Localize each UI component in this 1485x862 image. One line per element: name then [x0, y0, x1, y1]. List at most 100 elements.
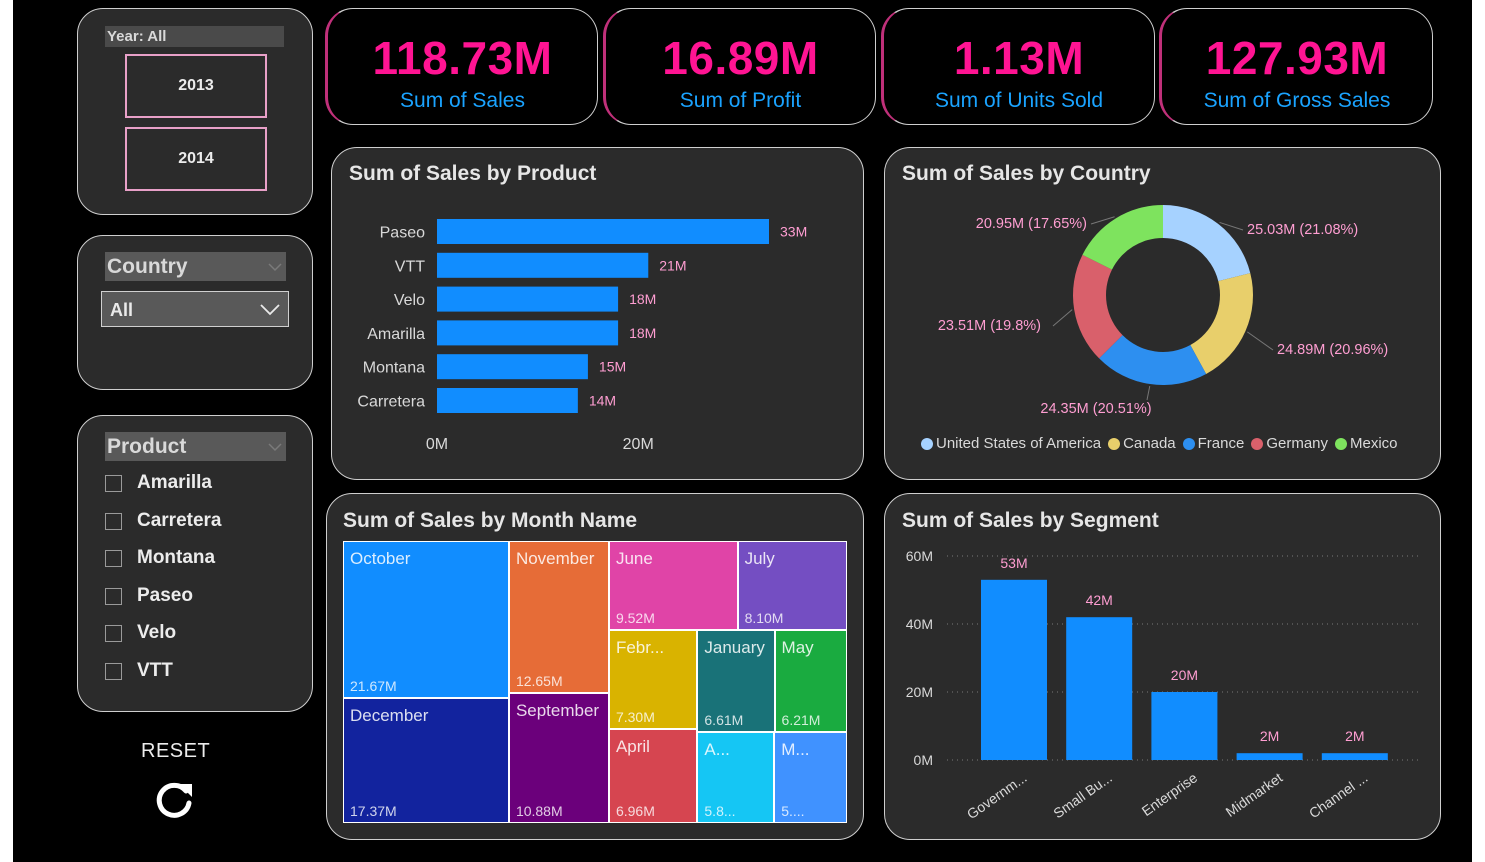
checkbox[interactable]	[105, 624, 122, 642]
checkbox[interactable]	[105, 662, 122, 680]
kpi-value: 1.13M	[953, 32, 1085, 84]
x-tick-label: 0M	[426, 436, 448, 453]
legend-item[interactable]: Canada	[1108, 435, 1176, 452]
treemap-cell[interactable]: May 6.21M	[774, 629, 847, 733]
category-label: Carretera	[357, 394, 425, 411]
x-tick-label: Midmarket	[1223, 769, 1286, 820]
refresh-icon[interactable]	[152, 779, 196, 823]
bar[interactable]	[437, 219, 769, 244]
treemap-cell[interactable]: November 12.65M	[508, 541, 609, 693]
bar[interactable]	[1236, 753, 1303, 760]
y-tick-label: 0M	[914, 752, 933, 768]
product-label: Montana	[137, 547, 216, 568]
product-option-montana[interactable]: Montana	[105, 546, 215, 570]
data-label: 21M	[659, 257, 686, 273]
legend-item[interactable]: Mexico	[1335, 435, 1398, 452]
treemap-cell[interactable]: September 10.88M	[508, 692, 609, 823]
treemap-label: M...	[781, 740, 810, 760]
legend-dot	[1108, 437, 1121, 450]
treemap-cell[interactable]: January 6.61M	[697, 629, 775, 733]
treemap-label: October	[350, 549, 411, 568]
month-treemap: October 21.67M December 17.37M November 12.65…	[343, 541, 847, 823]
treemap-value: 5.8...	[704, 802, 736, 819]
data-label: 18M	[629, 291, 656, 307]
checkbox[interactable]	[105, 587, 122, 605]
kpi-card-profit: 16.89M Sum of Profit	[603, 8, 876, 125]
donut-slice[interactable]	[1082, 205, 1163, 270]
checkbox[interactable]	[105, 549, 122, 567]
treemap-cell[interactable]: June 9.52M	[608, 541, 738, 630]
bar[interactable]	[1321, 753, 1388, 760]
treemap-label: July	[744, 549, 775, 568]
bar[interactable]	[437, 388, 578, 413]
data-label: 33M	[780, 224, 807, 240]
bar[interactable]	[437, 252, 649, 278]
treemap-value: 5....	[781, 802, 805, 819]
donut-slice[interactable]	[1163, 205, 1251, 282]
product-option-vtt[interactable]: VTT	[105, 659, 173, 683]
treemap-value: 6.61M	[704, 712, 744, 729]
product-slicer-header: Product	[105, 432, 286, 461]
legend-dot	[921, 437, 933, 450]
year-option-2014[interactable]: 2014	[125, 127, 267, 191]
data-label: 14M	[589, 393, 616, 409]
category-label: Montana	[363, 360, 425, 377]
treemap-value: 10.88M	[515, 802, 563, 819]
donut-slice[interactable]	[1190, 273, 1253, 374]
bar[interactable]	[437, 354, 588, 380]
bar[interactable]	[1151, 692, 1218, 760]
product-label: Paseo	[137, 585, 193, 606]
checkbox[interactable]	[105, 474, 122, 492]
legend-item[interactable]: Germany	[1251, 435, 1328, 452]
treemap-cell[interactable]: October 21.67M	[343, 541, 509, 698]
bar[interactable]	[437, 286, 619, 312]
bar[interactable]	[437, 320, 619, 346]
treemap-cell[interactable]: M... 5....	[774, 732, 847, 823]
treemap-cell[interactable]: Febr... 7.30M	[608, 629, 698, 729]
segment-chart-panel: Sum of Sales by Segment 0M 20M 40M 60M 53M Go…	[884, 493, 1441, 840]
data-label: 23.51M (19.8%)	[938, 318, 1041, 334]
treemap-value: 6.96M	[615, 802, 655, 819]
treemap-cell[interactable]: A... 5.8...	[697, 732, 775, 823]
reset-label[interactable]: RESET	[141, 740, 210, 763]
treemap-label: June	[615, 549, 653, 568]
kpi-label: Sum of Sales	[400, 89, 525, 112]
product-option-paseo[interactable]: Paseo	[105, 584, 193, 608]
checkbox[interactable]	[105, 512, 122, 530]
treemap-value: 8.10M	[744, 609, 784, 626]
product-option-carretera[interactable]: Carretera	[105, 509, 222, 533]
data-label: 20M	[1171, 667, 1198, 683]
donut-slice[interactable]	[1099, 335, 1207, 385]
year-option-2013[interactable]: 2013	[125, 54, 267, 118]
legend-item[interactable]: France	[1182, 435, 1245, 452]
treemap-cell[interactable]: April 6.96M	[608, 728, 698, 823]
treemap-value: 21.67M	[350, 677, 397, 694]
chart-title: Sum of Sales by Month Name	[343, 509, 638, 532]
legend-label: France	[1197, 435, 1245, 452]
legend-label: Mexico	[1350, 435, 1398, 452]
kpi-card-sales: 118.73M Sum of Sales	[325, 8, 598, 125]
product-chart-panel: Sum of Sales by Product Paseo 33M VTT 21M Ve…	[331, 147, 864, 480]
treemap-cell[interactable]: July 8.10M	[737, 541, 847, 630]
kpi-label: Sum of Units Sold	[934, 89, 1104, 112]
legend-item[interactable]: United States of America	[921, 435, 1101, 452]
country-dropdown[interactable]: All	[101, 291, 289, 327]
product-option-velo[interactable]: Velo	[105, 621, 176, 645]
legend-label: Germany	[1266, 435, 1329, 452]
kpi-value: 16.89M	[662, 32, 819, 84]
month-chart-panel: Sum of Sales by Month Name October 21.67M…	[326, 493, 864, 840]
category-label: VTT	[395, 258, 425, 275]
bar[interactable]	[1066, 617, 1133, 760]
treemap-value: 12.65M	[515, 672, 563, 689]
kpi-card-gross-sales: 127.93M Sum of Gross Sales	[1159, 8, 1433, 125]
x-tick-label: Governm...	[964, 769, 1030, 822]
treemap-label: September	[515, 700, 600, 720]
data-label: 15M	[599, 359, 626, 375]
leader-line	[1052, 309, 1073, 327]
product-option-amarilla[interactable]: Amarilla	[105, 471, 212, 495]
country-slicer: Country All	[77, 235, 313, 390]
bar[interactable]	[981, 579, 1047, 760]
product-bar-chart: Paseo 33M VTT 21M Velo 18M Amarilla 18M Montana 1…	[357, 219, 807, 453]
product-label: Carretera	[137, 510, 222, 531]
treemap-cell[interactable]: December 17.37M	[343, 697, 509, 823]
